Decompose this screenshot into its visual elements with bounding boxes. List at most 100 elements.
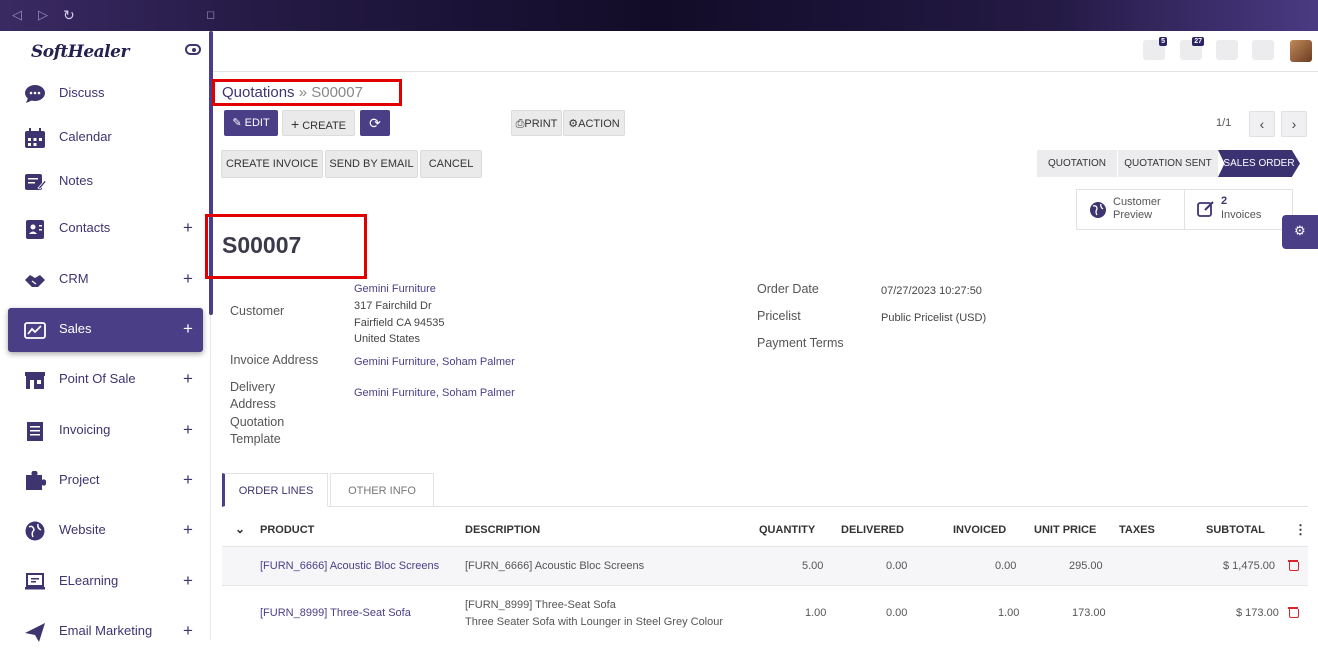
row-unit-price[interactable]: 295.00 [1069,560,1103,572]
tab-other-info[interactable]: OTHER INFO [330,473,434,507]
customer-address-line1: 317 Fairchild Dr [354,300,432,312]
delivery-address-field[interactable]: Gemini Furniture, Soham Palmer [354,387,515,399]
column-header-product[interactable]: PRODUCT [260,524,314,536]
column-header-unit-price[interactable]: UNIT PRICE [1034,524,1096,536]
sidebar-item-sales[interactable]: Sales + [8,308,203,352]
row-quantity[interactable]: 1.00 [805,607,826,619]
refresh-button[interactable]: ⟳ [360,110,390,136]
edit-square-icon [1197,201,1214,217]
pager-prev-button[interactable]: ‹ [1249,111,1275,137]
gear-icon: ⚙ [1294,223,1306,238]
column-header-taxes[interactable]: TAXES [1119,524,1155,536]
preview-line2: Preview [1113,209,1153,221]
sidebar-item-elearning[interactable]: ELearning + [8,560,203,604]
sidebar-item-point-of-sale[interactable]: Point Of Sale + [8,358,203,402]
send-by-email-button[interactable]: SEND BY EMAIL [325,150,418,178]
invoices-smart-button[interactable]: 2 Invoices [1184,189,1293,230]
activities-icon[interactable]: 27 [1180,37,1204,60]
customer-field[interactable]: Gemini Furniture [354,283,436,295]
print-button[interactable]: ⎙PRINT [511,110,562,136]
row-product[interactable]: [FURN_8999] Three-Seat Sofa [260,607,411,619]
toggle-menu-icon[interactable] [185,44,201,55]
sidebar-item-label: CRM [59,271,89,286]
column-header-quantity[interactable]: QUANTITY [759,524,815,536]
reload-icon[interactable]: ↻ [63,7,75,23]
company-switch-icon[interactable] [1252,40,1274,60]
expand-plus-icon[interactable]: + [183,420,193,440]
row-delivered[interactable]: 0.00 [886,607,907,619]
column-header-delivered[interactable]: DELIVERED [841,524,904,536]
expand-plus-icon[interactable]: + [183,520,193,540]
action-button[interactable]: ⚙ACTION [563,110,625,136]
create-button[interactable]: + CREATE [282,110,355,136]
sidebar-item-website[interactable]: Website + [8,509,203,553]
tab-order-lines[interactable]: ORDER LINES [222,473,328,507]
avatar[interactable] [1290,40,1312,62]
sidebar-item-label: Contacts [59,220,111,235]
pager-next-button[interactable]: › [1281,111,1307,137]
globe-icon [1090,202,1106,218]
sidebar-item-label: Notes [59,173,93,188]
messages-badge: 5 [1159,37,1167,46]
invoice-address-label: Invoice Address [230,353,319,367]
delete-trash-icon[interactable] [1288,559,1299,571]
expand-plus-icon[interactable]: + [183,470,193,490]
chart-line-icon [24,322,46,339]
row-delivered[interactable]: 0.00 [886,560,907,572]
sidebar-item-notes[interactable]: Notes [8,160,203,204]
browser-top-bar: ◁ ▷ ↻ ◻ [0,0,1318,31]
row-invoiced: 1.00 [998,607,1020,619]
stage-sales-order[interactable]: SALES ORDER [1218,150,1300,177]
stage-quotation-sent[interactable]: QUOTATION SENT [1118,150,1218,177]
column-header-subtotal[interactable]: SUBTOTAL [1206,524,1265,536]
back-icon[interactable]: ◁ [12,7,22,23]
order-date-field[interactable]: 07/27/2023 10:27:50 [881,285,982,297]
shop-icon [25,372,45,389]
sidebar-item-invoicing[interactable]: Invoicing + [8,409,203,453]
payment-terms-label: Payment Terms [757,336,844,350]
sidebar-item-discuss[interactable]: Discuss [8,72,203,116]
sidebar-item-contacts[interactable]: Contacts + [8,207,203,251]
row-description[interactable]: [FURN_6666] Acoustic Bloc Screens [465,560,644,572]
pricelist-field[interactable]: Public Pricelist (USD) [881,312,986,324]
puzzle-icon [26,471,46,490]
row-product[interactable]: [FURN_6666] Acoustic Bloc Screens [260,560,439,572]
column-header-description[interactable]: DESCRIPTION [465,524,540,536]
create-invoice-button[interactable]: CREATE INVOICE [221,150,323,178]
sidebar-toggle-icon[interactable]: ◻ [206,7,215,23]
expand-plus-icon[interactable]: + [183,621,193,641]
delete-trash-icon[interactable] [1288,606,1299,618]
expand-plus-icon[interactable]: + [183,369,193,389]
forward-icon[interactable]: ▷ [38,7,48,23]
sidebar-item-project[interactable]: Project + [8,459,203,503]
delivery-address-label-line1: Delivery [230,380,276,394]
quotation-template-label-line1: Quotation [230,415,285,429]
edit-label: EDIT [244,117,270,129]
invoice-address-field[interactable]: Gemini Furniture, Soham Palmer [354,356,515,368]
stage-quotation[interactable]: QUOTATION [1037,150,1117,177]
row-unit-price[interactable]: 173.00 [1072,607,1106,619]
row-quantity[interactable]: 5.00 [802,560,823,572]
messages-icon[interactable]: 5 [1143,37,1167,60]
collapse-chevron-icon[interactable]: ⌄ [235,522,245,536]
floating-settings-button[interactable]: ⚙ [1282,215,1318,249]
sidebar-item-email-marketing[interactable]: Email Marketing + [8,610,203,654]
sidebar-item-calendar[interactable]: Calendar [8,116,203,160]
pager-value[interactable]: 1/1 [1216,117,1231,129]
column-header-invoiced[interactable]: INVOICED [953,524,1006,536]
language-icon[interactable] [1216,40,1238,60]
row-description-line2[interactable]: Three Seater Sofa with Lounger in Steel … [465,616,723,628]
sidebar-item-label: Sales [59,321,92,336]
customer-preview-button[interactable]: Customer Preview [1076,189,1185,230]
expand-plus-icon[interactable]: + [183,571,193,591]
sidebar-item-crm[interactable]: CRM + [8,258,203,302]
cancel-button[interactable]: CANCEL [420,150,482,178]
company-logo[interactable]: SoftHealer [31,42,129,62]
expand-plus-icon[interactable]: + [183,218,193,238]
optional-columns-icon[interactable]: ⋮ [1294,522,1307,538]
expand-plus-icon[interactable]: + [183,319,193,339]
row-description[interactable]: [FURN_8999] Three-Seat Sofa [465,599,616,611]
edit-button[interactable]: ✎ EDIT [224,110,278,136]
expand-plus-icon[interactable]: + [183,269,193,289]
calendar-icon [25,128,45,148]
